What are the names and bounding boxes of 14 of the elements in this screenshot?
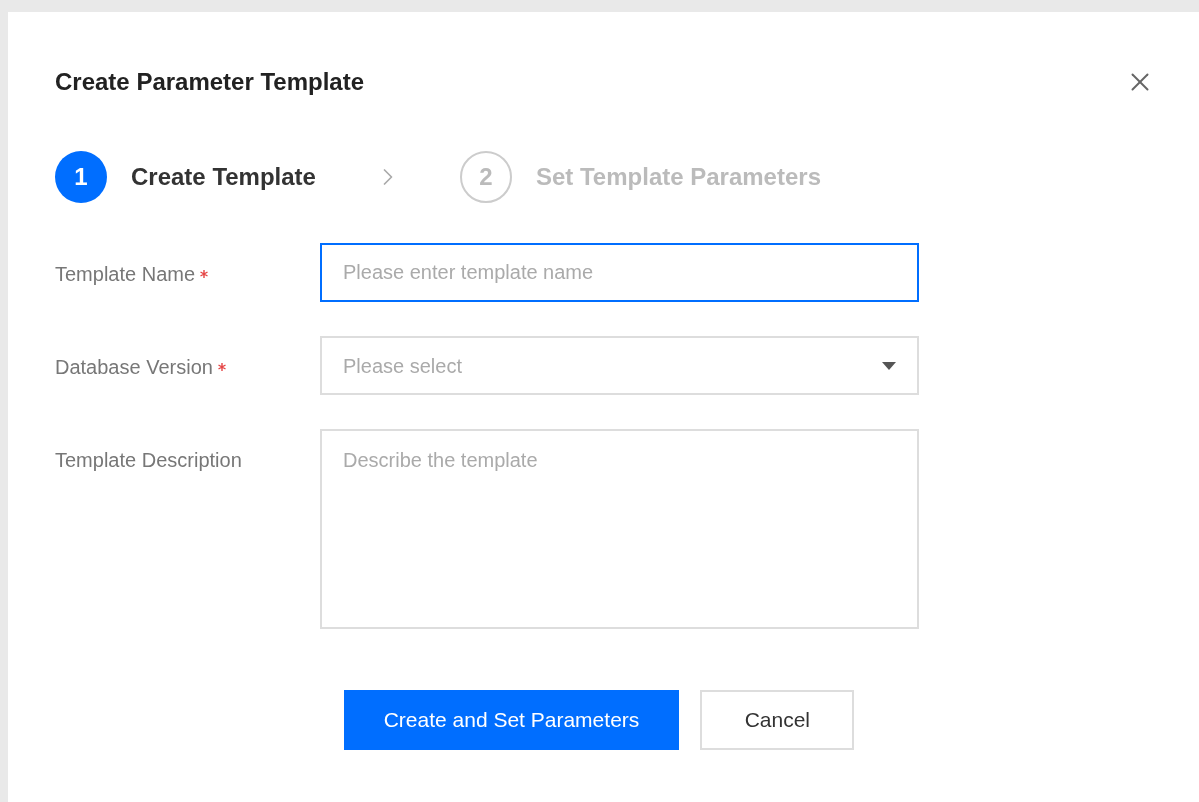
cancel-button[interactable]: Cancel: [700, 690, 855, 750]
field-label: Template Name: [55, 262, 196, 287]
caret-down-icon: [882, 361, 896, 370]
field-label: Database Version: [55, 355, 213, 380]
input-field[interactable]: Please enter template name: [320, 243, 919, 302]
step-label: Create Template: [131, 162, 316, 192]
step-number: 1: [55, 151, 107, 203]
field-label: Template Description: [55, 448, 242, 473]
step-number: 2: [459, 151, 512, 203]
select-field[interactable]: Please select: [320, 336, 919, 395]
dialog-title: Create Parameter Template: [55, 67, 365, 97]
primary-button[interactable]: Create and Set Parameters: [343, 690, 680, 750]
textarea-field[interactable]: Describe the template: [320, 429, 919, 629]
step-label: Set Template Parameters: [535, 162, 821, 192]
